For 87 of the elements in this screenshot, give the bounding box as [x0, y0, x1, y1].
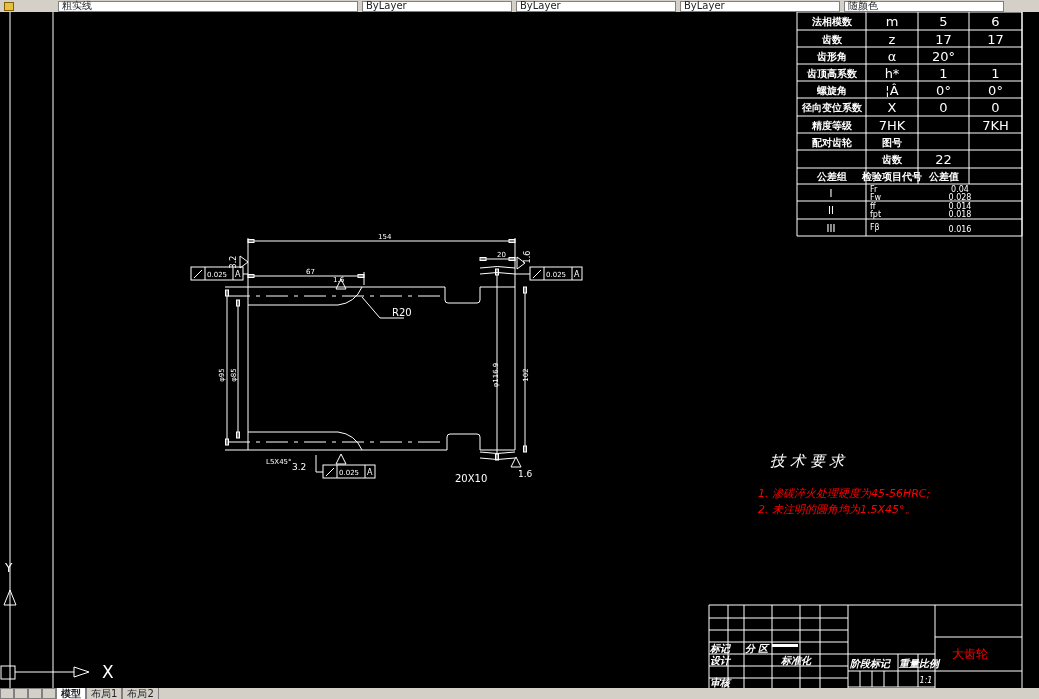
property-dropdown[interactable]: 随颜色: [844, 0, 1004, 12]
datum-letter: A: [235, 270, 241, 279]
table-cell: 0°: [988, 82, 1003, 98]
title-block-label: 设计: [710, 655, 730, 666]
table-cell: II: [828, 205, 834, 216]
table-cell: m: [885, 14, 899, 29]
table-cell: ¦Â: [885, 82, 899, 98]
title-block-label: 分 区: [745, 643, 769, 654]
table-cell: 5: [939, 14, 948, 29]
table-cell: I: [829, 187, 833, 199]
title-block-label: 标记: [710, 643, 730, 654]
tab-scroll-button[interactable]: [42, 688, 56, 699]
property-dropdown[interactable]: ByLayer: [362, 0, 512, 12]
table-cell: h*: [884, 65, 900, 81]
table-cell: 17: [935, 31, 952, 47]
table-cell: 齿顶高系数: [806, 67, 857, 79]
dimension-text: 20X10: [455, 473, 488, 484]
toolbar-icon[interactable]: [4, 1, 14, 11]
table-cell: 配对齿轮: [811, 136, 852, 148]
axis-label: Y: [5, 561, 13, 575]
layout-tab[interactable]: 布局2: [122, 688, 159, 699]
table-cell: Fr: [870, 185, 878, 194]
table-cell: 图号: [882, 136, 902, 148]
table-cell: 检验项目代号: [862, 171, 922, 182]
requirement-text: 1. 渗碳淬火处理硬度为45-56HRC;: [758, 487, 931, 500]
title-block-label: 标准化: [781, 655, 811, 666]
table-cell: 20°: [932, 48, 955, 64]
title-block-label: 比例: [919, 658, 939, 669]
table-cell: 0.04: [951, 185, 969, 194]
table-cell: 公差值: [928, 171, 959, 182]
table-cell: 1: [991, 65, 1000, 81]
table-cell: ff: [870, 202, 876, 211]
title-block-label: 审核: [710, 677, 730, 688]
property-dropdown[interactable]: ByLayer: [516, 0, 676, 12]
roughness-symbol: [510, 456, 522, 468]
table-cell: 22: [935, 152, 952, 167]
tolerance-frame: [190, 266, 244, 281]
table-cell: 0°: [936, 82, 951, 98]
table-cell: z: [888, 31, 896, 47]
axis-label: X: [102, 662, 114, 682]
table-cell: III: [826, 222, 836, 234]
table-cell: 螺旋角: [816, 84, 847, 96]
table-cell: 0.014: [948, 202, 972, 211]
table-cell: 径向变位系数: [801, 102, 862, 113]
table-cell: 17: [987, 31, 1004, 47]
table-cell: 0.016: [948, 225, 972, 234]
datum-letter: A: [574, 270, 580, 279]
table-cell: X: [887, 100, 897, 115]
part-name: 大齿轮: [952, 647, 988, 661]
requirements-title: 技 术 要 求: [770, 452, 845, 470]
tab-scroll-button[interactable]: [28, 688, 42, 699]
dimension-text: 1.6: [523, 250, 532, 264]
table-cell: 1: [939, 65, 948, 81]
table-cell: 6: [991, 14, 1000, 29]
table-cell: 齿形角: [816, 50, 847, 62]
table-cell: 7KH: [982, 117, 1009, 133]
table-cell: fpt: [870, 210, 882, 219]
table-cell: 0: [939, 100, 948, 115]
tab-scroll-button[interactable]: [0, 688, 14, 699]
table-cell: 0.018: [948, 210, 972, 219]
table-cell: 精度等级: [811, 119, 852, 131]
table-cell: α: [887, 48, 897, 64]
tab-scroll-button[interactable]: [14, 688, 28, 699]
property-dropdown[interactable]: ByLayer: [680, 0, 840, 12]
table-cell: Fβ: [870, 223, 880, 232]
table-cell: 7HK: [878, 117, 906, 133]
dimension-text: 1.6: [518, 469, 533, 479]
table-cell: 齿数: [821, 33, 842, 45]
table-cell: 公差组: [816, 171, 847, 182]
dimension-text: R20: [392, 307, 412, 318]
layout-tab[interactable]: 模型: [56, 688, 86, 699]
table-cell: 齿数: [882, 154, 902, 165]
requirement-text: 2. 未注明的圆角均为1.5X45°。: [758, 503, 916, 516]
layer-dropdown[interactable]: 粗实线: [58, 0, 358, 12]
layout-tab[interactable]: 布局1: [86, 688, 123, 699]
table-cell: 0: [991, 100, 1000, 115]
scale-value: 1:1: [919, 676, 933, 685]
table-cell: 法相模数: [811, 16, 852, 27]
table-cell: 0.028: [948, 193, 972, 202]
title-block-label: 阶段标记: [850, 658, 890, 669]
datum-letter: A: [367, 468, 373, 477]
roughness-symbol: [335, 278, 347, 290]
table-cell: Fw: [870, 193, 882, 202]
dimension-text: 3.2: [292, 462, 307, 472]
title-block-label: 重量: [899, 658, 919, 669]
dimension-text: 3.2: [229, 255, 238, 269]
roughness-symbol: [335, 453, 347, 465]
